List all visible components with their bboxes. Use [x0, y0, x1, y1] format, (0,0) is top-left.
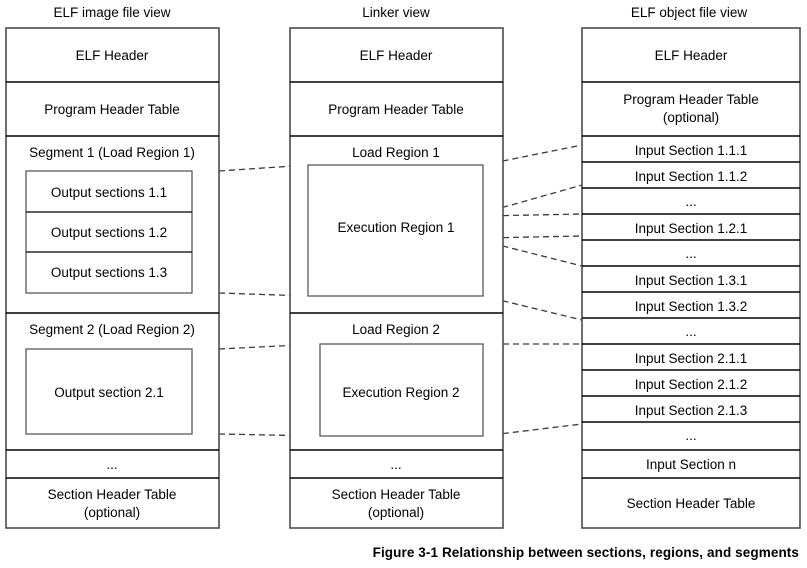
linker-row-elf-header: ELF Header	[360, 48, 433, 63]
elf-object-row-section-header-table: Section Header Table	[627, 496, 756, 511]
column-linker-view: ELF Header Program Header Table Load Reg…	[289, 27, 504, 529]
linker-execution-region-1-label: Execution Region 1	[337, 220, 454, 235]
elf-object-row-ellipsis-2: ...	[685, 246, 696, 261]
column-elf-image-file-view: ELF Header Program Header Table Segment …	[5, 27, 220, 529]
elf-image-row-segment-1: Segment 1 (Load Region 1)	[29, 145, 195, 160]
elf-object-row-input-section-n: Input Section n	[646, 457, 736, 472]
elf-object-row-program-header-table: Program Header Table	[623, 92, 759, 107]
linker-row-section-header-table: Section Header Table	[332, 487, 461, 502]
column-title-elf-image-file-view: ELF image file view	[53, 5, 170, 20]
elf-image-output-sections-1-1: Output sections 1.1	[51, 185, 167, 200]
linker-row-load-region-1: Load Region 1	[352, 145, 440, 160]
elf-image-output-sections-1-3: Output sections 1.3	[51, 265, 167, 280]
elf-image-row-segment-2: Segment 2 (Load Region 2)	[29, 322, 195, 337]
elf-image-row-section-header-table-optional: (optional)	[84, 505, 140, 520]
elf-image-row-program-header-table: Program Header Table	[44, 102, 180, 117]
relationship-diagram: ELF image file view Linker view ELF obje…	[5, 5, 801, 529]
linker-row-program-header-table: Program Header Table	[328, 102, 464, 117]
elf-object-row-ellipsis-4: ...	[685, 428, 696, 443]
elf-object-row-elf-header: ELF Header	[655, 48, 728, 63]
elf-object-row-program-header-table-optional: (optional)	[663, 110, 719, 125]
elf-object-row-input-section-2-1-1: Input Section 2.1.1	[635, 351, 748, 366]
linker-row-load-region-2: Load Region 2	[352, 322, 440, 337]
figure-root: ELF image file view Linker view ELF obje…	[0, 0, 807, 568]
elf-object-row-input-section-1-3-1: Input Section 1.3.1	[635, 273, 748, 288]
elf-object-row-ellipsis-1: ...	[685, 194, 696, 209]
elf-object-row-input-section-1-3-2: Input Section 1.3.2	[635, 299, 748, 314]
elf-object-row-ellipsis-3: ...	[685, 324, 696, 339]
elf-object-row-input-section-1-1-1: Input Section 1.1.1	[635, 143, 748, 158]
column-title-linker-view: Linker view	[362, 5, 430, 20]
column-title-elf-object-file-view: ELF object file view	[631, 5, 748, 20]
elf-object-row-input-section-1-2-1: Input Section 1.2.1	[635, 221, 748, 236]
elf-object-row-input-section-2-1-2: Input Section 2.1.2	[635, 377, 748, 392]
elf-image-row-section-header-table: Section Header Table	[48, 487, 177, 502]
linker-row-section-header-table-optional: (optional)	[368, 505, 424, 520]
elf-image-output-sections-1-2: Output sections 1.2	[51, 225, 167, 240]
elf-object-row-input-section-1-1-2: Input Section 1.1.2	[635, 169, 748, 184]
figure-caption: Figure 3-1 Relationship between sections…	[372, 545, 799, 560]
elf-image-row-ellipsis: ...	[106, 457, 117, 472]
linker-execution-region-2-label: Execution Region 2	[342, 385, 459, 400]
elf-object-row-input-section-2-1-3: Input Section 2.1.3	[635, 403, 748, 418]
column-elf-object-file-view: ELF Header Program Header Table (optiona…	[581, 27, 801, 529]
linker-row-ellipsis: ...	[390, 457, 401, 472]
elf-image-row-elf-header: ELF Header	[76, 48, 149, 63]
elf-image-output-section-2-1: Output section 2.1	[54, 385, 164, 400]
